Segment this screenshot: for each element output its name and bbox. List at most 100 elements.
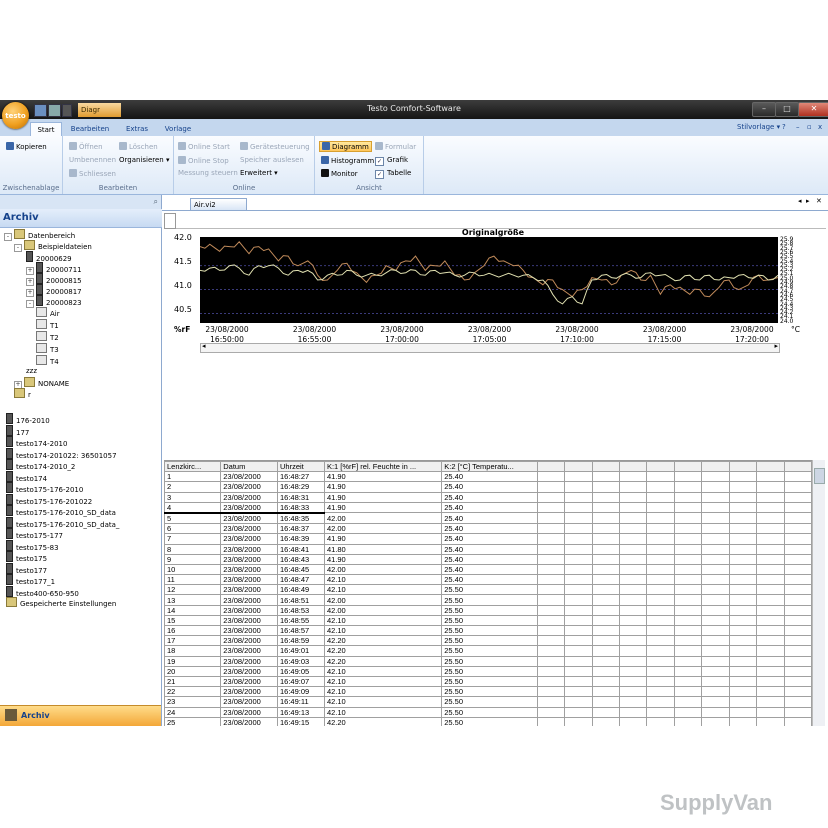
table-row[interactable]: 5 23/08/2000 16:48:35 42.00 25.40 (164, 512, 812, 525)
minimize-button[interactable]: – (752, 102, 776, 117)
maximize-button[interactable]: □ (775, 102, 799, 117)
table-row[interactable]: 19 23/08/2000 16:49:03 42.20 25.50 (164, 655, 812, 667)
collapse-icon[interactable]: - (14, 244, 22, 252)
table-row[interactable]: 1 23/08/2000 16:48:27 41.90 25.40 (164, 471, 812, 483)
style-template-menu[interactable]: Stilvorlage ▾ (737, 123, 780, 131)
device-item[interactable]: testo175-177 (6, 528, 63, 540)
collapse-icon[interactable]: - (4, 233, 12, 241)
ribbon-close-icon[interactable]: x (818, 123, 822, 131)
table-row[interactable]: 15 23/08/2000 16:48:55 42.10 25.50 (164, 614, 812, 627)
table-row[interactable]: 3 23/08/2000 16:48:31 41.90 25.40 (164, 491, 812, 503)
column-header[interactable]: K:1 [%rF] rel. Feuchte in ... (323, 461, 443, 473)
organisieren-menu[interactable]: Organisieren ▾ (119, 156, 170, 164)
kopieren-button[interactable]: Kopieren (6, 142, 47, 151)
tab-scroll-left-icon[interactable]: ◂ (798, 197, 802, 205)
testo-logo-button[interactable]: testo (2, 102, 29, 129)
table-row[interactable]: 4 23/08/2000 16:48:33 41.90 25.40 (164, 501, 812, 514)
close-button[interactable]: ✕ (798, 102, 828, 117)
table-row[interactable]: 9 23/08/2000 16:48:43 41.90 25.40 (164, 553, 812, 565)
table-row[interactable]: 2 23/08/2000 16:48:29 41.90 25.40 (164, 481, 812, 493)
table-row[interactable]: 22 23/08/2000 16:49:09 42.10 25.50 (164, 686, 812, 698)
device-item[interactable]: testo175-176-2010 (6, 482, 83, 494)
oeffnen-button[interactable]: Öffnen (69, 142, 103, 151)
column-header[interactable]: Datum (220, 461, 278, 473)
plot-area[interactable] (199, 237, 779, 323)
column-header[interactable]: K:2 [°C] Temperatu... (441, 461, 538, 473)
histogramm-button[interactable]: Histogramm (321, 156, 374, 165)
online-stop-button[interactable]: Online Stop (178, 156, 229, 165)
table-row[interactable]: 11 23/08/2000 16:48:47 42.10 25.40 (164, 574, 812, 586)
device-item[interactable]: 177 (6, 424, 29, 437)
device-item[interactable]: testo177 (6, 562, 47, 575)
column-header[interactable]: Lenzkirc... (164, 461, 222, 473)
ribbon-restore-icon[interactable]: ▫ (807, 123, 812, 131)
collapse-icon[interactable]: - (26, 300, 34, 308)
erweitert-menu[interactable]: Erweitert ▾ (240, 169, 278, 177)
geraetesteuerung-button[interactable]: Gerätesteuerung (240, 142, 310, 151)
speicher-auslesen-button[interactable]: Speicher auslesen (240, 156, 304, 164)
device-item[interactable]: testo175-176-2010_SD_data_ (6, 516, 119, 529)
tree-item-t2[interactable]: T2 (36, 331, 59, 342)
table-row[interactable]: 21 23/08/2000 16:49:07 42.10 25.50 (164, 675, 812, 688)
device-item[interactable]: testo174-201022: 36501057 (6, 447, 117, 460)
device-item[interactable]: testo177_1 (6, 574, 55, 586)
device-item[interactable]: Gespeicherte Einstellungen (6, 597, 116, 608)
device-item[interactable]: testo174 (6, 470, 47, 483)
table-row[interactable]: 24 23/08/2000 16:49:13 42.10 25.50 (164, 706, 812, 718)
device-item[interactable]: testo400-650-950 (6, 585, 79, 598)
table-scroll-thumb[interactable] (814, 468, 825, 484)
chart-scroll-right-icon[interactable]: ▸ (774, 342, 778, 350)
table-row[interactable]: 14 23/08/2000 16:48:53 42.00 25.50 (164, 604, 812, 616)
table-vertical-scrollbar[interactable] (812, 460, 825, 726)
tab-extras[interactable]: Extras (120, 122, 154, 136)
table-row[interactable]: 25 23/08/2000 16:49:15 42.20 25.50 (164, 716, 812, 726)
table-row[interactable]: 13 23/08/2000 16:48:51 42.00 25.50 (164, 594, 812, 606)
tree-item-t1[interactable]: T1 (36, 319, 59, 330)
table-row[interactable]: 10 23/08/2000 16:48:45 42.00 25.40 (164, 563, 812, 576)
online-start-button[interactable]: Online Start (178, 142, 230, 151)
monitor-button[interactable]: Monitor (321, 169, 358, 178)
tree-item-t4[interactable]: T4 (36, 355, 59, 366)
tab-vorlage[interactable]: Vorlage (160, 122, 196, 136)
tab-bearbeiten[interactable]: Bearbeiten (68, 122, 112, 136)
device-item[interactable]: 176-2010 (6, 413, 50, 425)
table-row[interactable]: 17 23/08/2000 16:48:59 42.20 25.50 (164, 635, 812, 647)
umbenennen-button[interactable]: Umbenennen (69, 156, 116, 164)
tree-item-zzz[interactable]: zzz (26, 367, 37, 375)
schliessen-button[interactable]: Schliessen (69, 169, 116, 178)
archive-nav-button[interactable]: Archiv (0, 705, 161, 726)
device-item[interactable]: testo174-2010 (6, 436, 67, 448)
doc-close-icon[interactable]: ✕ (816, 197, 822, 205)
device-item[interactable]: testo175-83 (6, 539, 59, 552)
chart-scroll-left-icon[interactable]: ◂ (202, 342, 206, 350)
tab-start[interactable]: Start (30, 122, 62, 137)
table-row[interactable]: 7 23/08/2000 16:48:39 41.90 25.40 (164, 533, 812, 545)
tree-item-air[interactable]: Air (36, 307, 60, 318)
column-header[interactable]: Uhrzeit (276, 461, 325, 473)
ribbon-minimize-icon[interactable]: – (796, 123, 800, 131)
device-item[interactable]: testo175 (6, 551, 47, 563)
pin-icon[interactable]: ⌕ (154, 197, 158, 207)
tree-item-t3[interactable]: T3 (36, 343, 59, 354)
table-row[interactable]: 23 23/08/2000 16:49:11 42.10 25.50 (164, 696, 812, 708)
device-item[interactable]: testo175-176-2010_SD_data (6, 505, 116, 517)
device-item[interactable]: testo175-176-201022 (6, 493, 92, 506)
tabelle-checkbox[interactable]: ✓ Tabelle (375, 169, 411, 179)
table-row[interactable]: 20 23/08/2000 16:49:05 42.10 25.50 (164, 665, 812, 677)
chart-horizontal-scrollbar[interactable]: ◂ ▸ (200, 342, 780, 353)
device-item[interactable]: testo174-2010_2 (6, 459, 75, 471)
table-row[interactable]: 16 23/08/2000 16:48:57 42.10 25.50 (164, 624, 812, 637)
diagramm-button[interactable]: Diagramm (319, 141, 372, 152)
tab-scroll-right-icon[interactable]: ▸ (806, 197, 810, 205)
table-row[interactable]: 12 23/08/2000 16:48:49 42.10 25.50 (164, 584, 812, 596)
help-icon[interactable]: ? (782, 123, 786, 131)
table-row[interactable]: 18 23/08/2000 16:49:01 42.20 25.50 (164, 645, 812, 657)
formular-button[interactable]: Formular (375, 142, 416, 151)
document-field[interactable] (164, 213, 176, 229)
loeschen-button[interactable]: Löschen (119, 142, 158, 151)
table-row[interactable]: 6 23/08/2000 16:48:37 42.00 25.40 (164, 523, 812, 535)
grafik-checkbox[interactable]: ✓ Grafik (375, 156, 408, 166)
tree-item-r[interactable]: r (14, 388, 31, 399)
table-row[interactable]: 8 23/08/2000 16:48:41 41.80 25.40 (164, 543, 812, 555)
messung-steuern-button[interactable]: Messung steuern (178, 169, 238, 177)
